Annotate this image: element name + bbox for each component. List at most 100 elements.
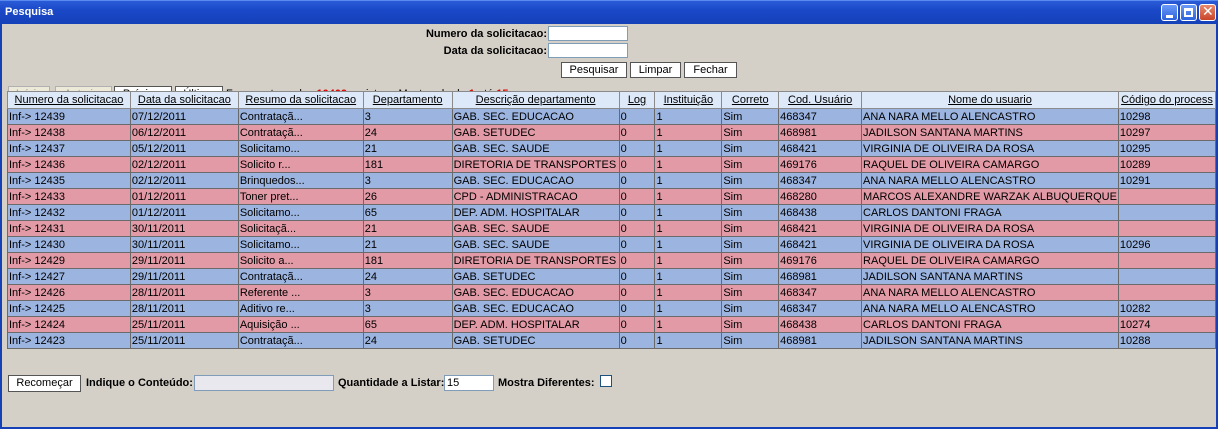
table-cell: GAB. SEC. SAUDE: [451, 236, 620, 253]
table-cell: Sim: [721, 108, 780, 125]
table-cell: 07/12/2011: [129, 108, 239, 125]
table-cell: 24: [362, 268, 453, 285]
table-cell: Inf-> 12433: [7, 188, 131, 205]
column-header[interactable]: Correto: [721, 91, 780, 109]
pesquisar-button[interactable]: Pesquisar: [561, 62, 627, 78]
table-row[interactable]: Inf-> 12427 29/11/2011 Contrataçã... 24 GAB.…: [7, 268, 1217, 285]
fechar-button[interactable]: Fechar: [684, 62, 737, 78]
recomecar-button[interactable]: Recomeçar: [8, 375, 81, 392]
column-header[interactable]: Instituição: [654, 91, 723, 109]
table-cell: Referente ...: [237, 284, 364, 301]
table-cell: 1: [654, 140, 723, 157]
table-row[interactable]: Inf-> 12424 25/11/2011 Aquisição ... 65 DEP.…: [7, 316, 1217, 333]
table-row[interactable]: Inf-> 12439 07/12/2011 Contrataçã... 3 GAB. …: [7, 108, 1217, 125]
table-cell: Solicitamo...: [237, 140, 364, 157]
table-cell: 0: [618, 172, 656, 189]
window-body: Numero da solicitacao: Data da solicitac…: [0, 24, 1218, 429]
table-row[interactable]: Inf-> 12425 28/11/2011 Aditivo re... 3 GAB. …: [7, 300, 1217, 317]
minimize-button[interactable]: [1161, 4, 1178, 21]
column-header[interactable]: Descrição departamento: [451, 91, 620, 109]
table-row[interactable]: Inf-> 12438 06/12/2011 Contrataçã... 24 GAB.…: [7, 124, 1217, 141]
table-cell: 1: [654, 204, 723, 221]
table-cell: 10282: [1117, 300, 1217, 317]
conteudo-input[interactable]: [194, 375, 334, 391]
table-cell: 0: [618, 140, 656, 157]
table-row[interactable]: Inf-> 12423 25/11/2011 Contrataçã... 24 GAB.…: [7, 332, 1217, 349]
column-header[interactable]: Código do process: [1117, 91, 1217, 109]
table-cell: 1: [654, 300, 723, 317]
quantidade-input[interactable]: [444, 375, 494, 391]
table-row[interactable]: Inf-> 12431 30/11/2011 Solicitaçã... 21 GAB.…: [7, 220, 1217, 237]
table-cell: Solicito r...: [237, 156, 364, 173]
table-cell: 21: [362, 220, 453, 237]
table-cell: 1: [654, 284, 723, 301]
table-cell: 21: [362, 140, 453, 157]
table-cell: GAB. SETUDEC: [451, 124, 620, 141]
data-input[interactable]: [548, 43, 628, 58]
table-cell: 1: [654, 156, 723, 173]
table-cell: Inf-> 12426: [7, 284, 131, 301]
mostra-diferentes-checkbox[interactable]: [600, 375, 612, 387]
maximize-button[interactable]: [1180, 4, 1197, 21]
table-cell: Sim: [721, 124, 780, 141]
table-cell: 21: [362, 236, 453, 253]
column-header[interactable]: Cod. Usuário: [778, 91, 863, 109]
table-row[interactable]: Inf-> 12436 02/12/2011 Solicito r... 181 DIR…: [7, 156, 1217, 173]
table-header: Numero da solicitacao Data da solicitacao…: [7, 91, 1217, 109]
table-cell: GAB. SEC. EDUCACAO: [451, 300, 620, 317]
table-cell: Sim: [721, 252, 780, 269]
table-cell: GAB. SETUDEC: [451, 332, 620, 349]
table-cell: 24: [362, 332, 453, 349]
table-cell: 468347: [778, 284, 863, 301]
table-body: Inf-> 12439 07/12/2011 Contrataçã... 3 GAB. …: [7, 108, 1217, 349]
table-cell: 469176: [778, 252, 863, 269]
mostra-label: Mostra Diferentes:: [498, 377, 595, 389]
numero-input[interactable]: [548, 26, 628, 41]
table-cell: Sim: [721, 204, 780, 221]
table-cell: MARCOS ALEXANDRE WARZAK ALBUQUERQUE: [861, 188, 1119, 205]
bottom-bar: Recomeçar Indique o Conteúdo: Quantidade…: [6, 374, 1216, 396]
column-header[interactable]: Nome do usuario: [861, 91, 1119, 109]
table-row[interactable]: Inf-> 12435 02/12/2011 Brinquedos... 3 GAB. …: [7, 172, 1217, 189]
table-cell: 30/11/2011: [129, 236, 239, 253]
table-cell: 468981: [778, 268, 863, 285]
table-cell: 28/11/2011: [129, 300, 239, 317]
limpar-button[interactable]: Limpar: [630, 62, 681, 78]
table-cell: 181: [362, 156, 453, 173]
table-row[interactable]: Inf-> 12429 29/11/2011 Solicito a... 181 DIR…: [7, 252, 1217, 269]
close-button[interactable]: ✕: [1199, 4, 1216, 21]
table-row[interactable]: Inf-> 12426 28/11/2011 Referente ... 3 GAB. …: [7, 284, 1217, 301]
table-cell: 0: [618, 188, 656, 205]
table-cell: 3: [362, 172, 453, 189]
table-row[interactable]: Inf-> 12430 30/11/2011 Solicitamo... 21 GAB.…: [7, 236, 1217, 253]
column-header[interactable]: Numero da solicitacao: [7, 91, 131, 109]
table-cell: 0: [618, 156, 656, 173]
table-cell: JADILSON SANTANA MARTINS: [861, 124, 1119, 141]
table-cell: Contrataçã...: [237, 108, 364, 125]
table-row[interactable]: Inf-> 12437 05/12/2011 Solicitamo... 21 GAB.…: [7, 140, 1217, 157]
table-cell: 468347: [778, 172, 863, 189]
table-cell: 28/11/2011: [129, 284, 239, 301]
table-cell: 468438: [778, 316, 863, 333]
table-cell: VIRGINIA DE OLIVEIRA DA ROSA: [861, 220, 1119, 237]
column-header[interactable]: Resumo da solicitacao: [237, 91, 364, 109]
table-cell: 29/11/2011: [129, 268, 239, 285]
table-cell: CARLOS DANTONI FRAGA: [861, 204, 1119, 221]
column-header[interactable]: Data da solicitacao: [129, 91, 239, 109]
table-cell: [1117, 284, 1217, 301]
column-header[interactable]: Log: [618, 91, 656, 109]
table-cell: 01/12/2011: [129, 204, 239, 221]
table-row[interactable]: Inf-> 12433 01/12/2011 Toner pret... 26 CPD …: [7, 188, 1217, 205]
maximize-icon: [1184, 8, 1193, 17]
table-cell: Sim: [721, 220, 780, 237]
window-titlebar[interactable]: Pesquisa ✕: [0, 0, 1218, 24]
column-header[interactable]: Departamento: [362, 91, 453, 109]
table-cell: 0: [618, 300, 656, 317]
table-row[interactable]: Inf-> 12432 01/12/2011 Solicitamo... 65 DEP.…: [7, 204, 1217, 221]
table-cell: GAB. SEC. EDUCACAO: [451, 172, 620, 189]
table-cell: 1: [654, 220, 723, 237]
table-cell: [1117, 268, 1217, 285]
table-cell: 1: [654, 188, 723, 205]
table-cell: ANA NARA MELLO ALENCASTRO: [861, 284, 1119, 301]
table-cell: 30/11/2011: [129, 220, 239, 237]
